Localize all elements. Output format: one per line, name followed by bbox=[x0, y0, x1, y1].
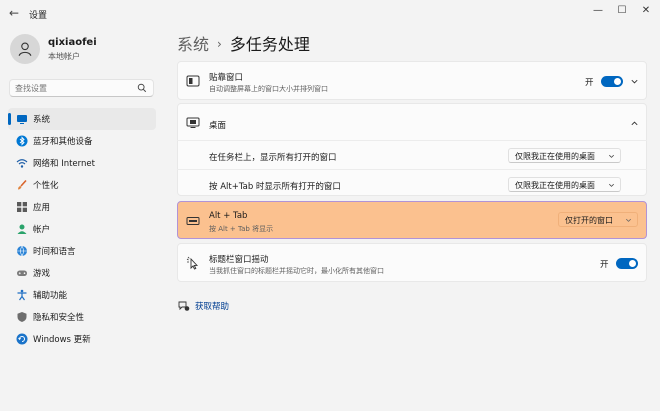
snap-windows-title: 贴靠窗口 bbox=[209, 73, 244, 83]
sidebar-item-label: 帐户 bbox=[33, 225, 51, 235]
dropdown-value: 仅打开的窗口 bbox=[565, 216, 613, 225]
chevron-down-icon bbox=[609, 183, 614, 187]
sidebar-item-accessibility[interactable]: 辅助功能 bbox=[8, 284, 156, 306]
snap-windows-row[interactable]: 贴靠窗口 自动调整屏幕上的窗口大小并排列窗口 开 bbox=[177, 61, 647, 100]
sidebar-item-network[interactable]: 网络和 Internet bbox=[8, 152, 156, 174]
breadcrumb: 系统 › 多任务处理 bbox=[177, 31, 310, 55]
search-icon[interactable] bbox=[137, 83, 147, 93]
snap-windows-toggle[interactable] bbox=[601, 76, 623, 87]
sidebar-item-bluetooth[interactable]: 蓝牙和其他设备 bbox=[8, 130, 156, 152]
alt-tab-dropdown[interactable]: 仅打开的窗口 bbox=[558, 212, 638, 227]
desktops-title: 桌面 bbox=[209, 121, 227, 131]
chevron-down-icon[interactable] bbox=[630, 77, 639, 86]
desktop-icon bbox=[186, 117, 200, 128]
chevron-down-icon bbox=[626, 218, 631, 222]
back-arrow-icon[interactable]: ← bbox=[7, 6, 21, 20]
divider bbox=[177, 140, 647, 141]
sidebar-item-personalization[interactable]: 个性化 bbox=[8, 174, 156, 196]
person-icon bbox=[18, 42, 32, 56]
sidebar-item-label: 时间和语言 bbox=[33, 247, 76, 257]
help-chat-icon bbox=[178, 301, 190, 311]
sidebar-item-privacy[interactable]: 隐私和安全性 bbox=[8, 306, 156, 328]
maximize-button[interactable]: ☐ bbox=[612, 3, 632, 19]
title-bar-shake-toggle[interactable] bbox=[616, 258, 638, 269]
chevron-down-icon bbox=[609, 154, 614, 158]
bluetooth-icon bbox=[16, 135, 28, 147]
sidebar-item-label: 个性化 bbox=[33, 181, 59, 191]
title-bar-shake-row[interactable]: 标题栏窗口摇动 当我抓住窗口的标题栏并摇动它时，最小化所有其他窗口 开 bbox=[177, 243, 647, 282]
user-name: qixiaofei bbox=[48, 37, 97, 48]
alttab-desktop-dropdown[interactable]: 仅限我正在使用的桌面 bbox=[508, 177, 621, 192]
shake-cursor-icon bbox=[186, 256, 199, 270]
chevron-up-icon[interactable] bbox=[630, 119, 639, 128]
search-input[interactable] bbox=[15, 81, 133, 95]
account-type: 本地帐户 bbox=[48, 52, 80, 61]
sidebar-item-system[interactable]: 系统 bbox=[8, 108, 156, 130]
close-button[interactable]: ✕ bbox=[636, 3, 656, 19]
sidebar-item-label: 游戏 bbox=[33, 269, 51, 279]
minimize-button[interactable]: — bbox=[588, 3, 608, 19]
dropdown-value: 仅限我正在使用的桌面 bbox=[515, 181, 595, 190]
sidebar-item-apps[interactable]: 应用 bbox=[8, 196, 156, 218]
sidebar-item-label: 隐私和安全性 bbox=[33, 313, 85, 323]
sidebar-item-gaming[interactable]: 游戏 bbox=[8, 262, 156, 284]
monitor-icon bbox=[17, 115, 27, 124]
dropdown-value: 仅限我正在使用的桌面 bbox=[515, 152, 595, 161]
search-box[interactable] bbox=[9, 79, 154, 97]
title-bar-shake-description: 当我抓住窗口的标题栏并摇动它时，最小化所有其他窗口 bbox=[209, 267, 384, 275]
sidebar-item-label: 系统 bbox=[33, 115, 51, 125]
title-bar: ← 设置 — ☐ ✕ bbox=[0, 0, 660, 28]
sidebar-item-label: Windows 更新 bbox=[33, 335, 91, 345]
globe-clock-icon bbox=[17, 245, 27, 257]
alt-tab-title: Alt + Tab bbox=[209, 211, 248, 221]
update-icon bbox=[16, 333, 28, 345]
gamepad-icon bbox=[17, 270, 27, 276]
window-title: 设置 bbox=[29, 11, 48, 21]
taskbar-windows-label: 在任务栏上，显示所有打开的窗口 bbox=[209, 153, 337, 163]
divider bbox=[177, 169, 647, 170]
breadcrumb-separator: › bbox=[217, 37, 222, 51]
shake-toggle-state: 开 bbox=[600, 260, 609, 270]
shield-icon bbox=[17, 312, 27, 322]
snap-layout-icon bbox=[186, 75, 200, 87]
sidebar-item-label: 辅助功能 bbox=[33, 291, 68, 301]
brush-icon bbox=[18, 179, 27, 190]
sidebar-item-label: 网络和 Internet bbox=[33, 159, 95, 169]
get-help-label: 获取帮助 bbox=[195, 302, 230, 312]
keyboard-icon bbox=[186, 217, 200, 225]
page-title: 多任务处理 bbox=[229, 35, 310, 54]
alt-tab-description: 按 Alt + Tab 将显示 bbox=[209, 225, 274, 233]
accessibility-icon bbox=[17, 289, 27, 301]
person-icon bbox=[17, 224, 27, 234]
sidebar-item-label: 蓝牙和其他设备 bbox=[33, 137, 93, 147]
sidebar-item-windows-update[interactable]: Windows 更新 bbox=[8, 328, 156, 350]
taskbar-windows-dropdown[interactable]: 仅限我正在使用的桌面 bbox=[508, 148, 621, 163]
wifi-icon bbox=[16, 159, 28, 168]
breadcrumb-parent[interactable]: 系统 bbox=[177, 35, 209, 54]
apps-icon bbox=[17, 202, 27, 212]
sidebar-nav: 系统 蓝牙和其他设备 网络和 Internet 个性化 应用 帐户 时间和语言 … bbox=[8, 108, 156, 350]
alt-tab-row[interactable]: Alt + Tab 按 Alt + Tab 将显示 仅打开的窗口 bbox=[177, 201, 647, 239]
sidebar-item-time-language[interactable]: 时间和语言 bbox=[8, 240, 156, 262]
sidebar-item-accounts[interactable]: 帐户 bbox=[8, 218, 156, 240]
avatar[interactable] bbox=[10, 34, 40, 64]
snap-toggle-state: 开 bbox=[585, 78, 594, 88]
sidebar-item-label: 应用 bbox=[33, 203, 51, 213]
title-bar-shake-title: 标题栏窗口摇动 bbox=[209, 255, 269, 265]
snap-windows-description: 自动调整屏幕上的窗口大小并排列窗口 bbox=[209, 85, 328, 93]
alttab-desktop-label: 按 Alt+Tab 时显示所有打开的窗口 bbox=[209, 182, 341, 192]
